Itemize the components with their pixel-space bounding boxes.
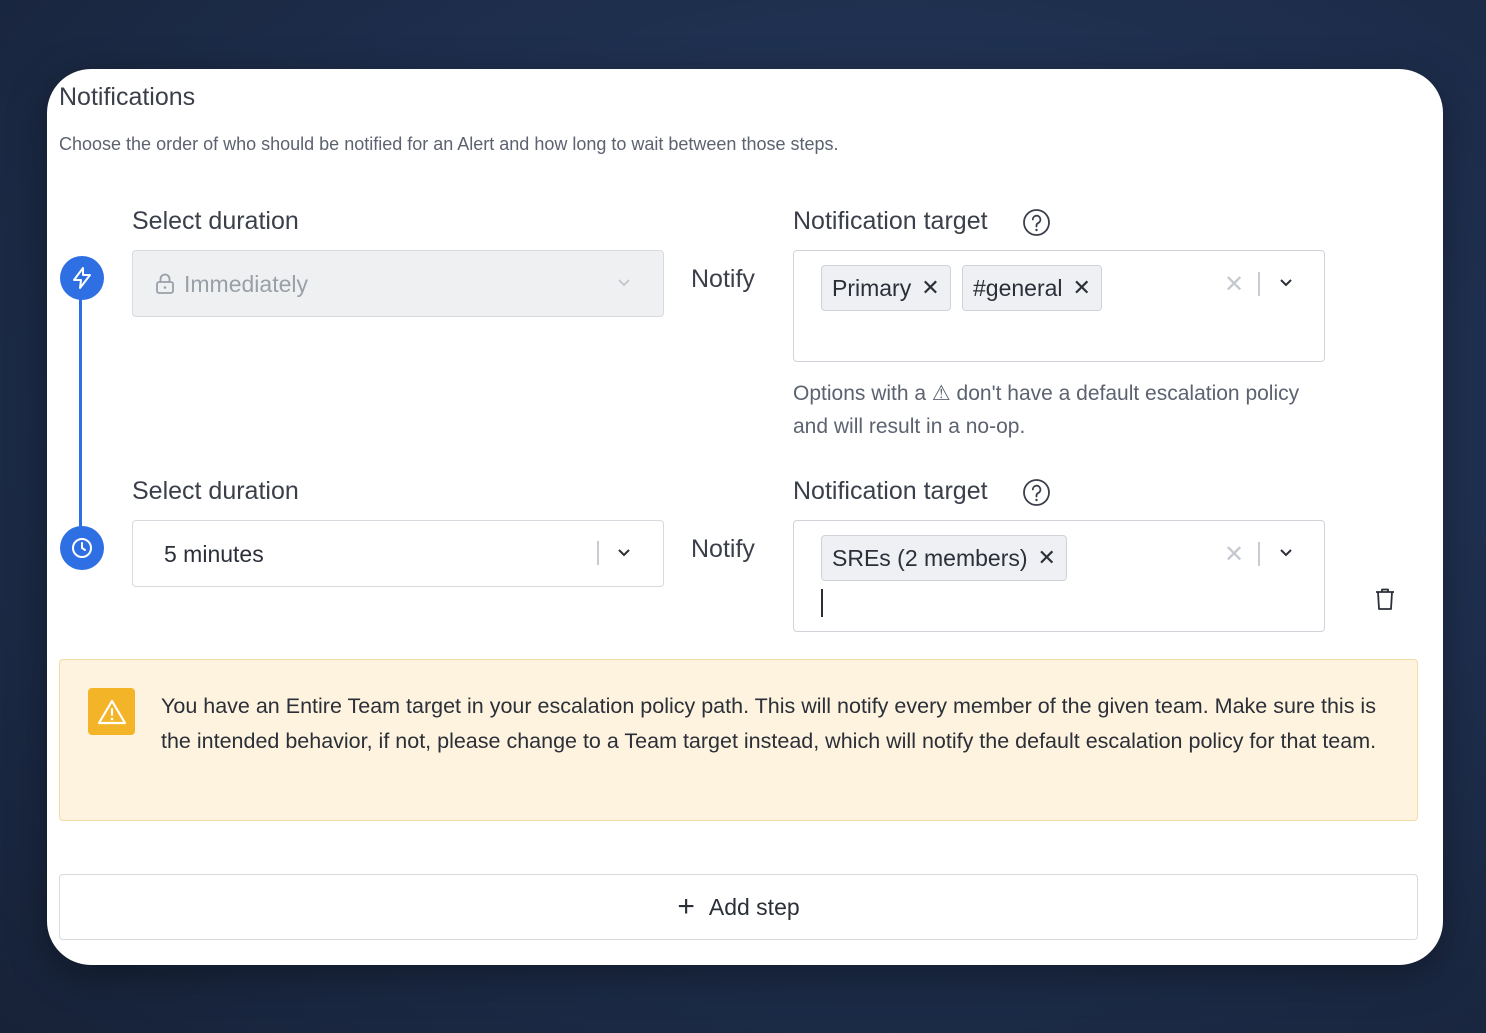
clear-icon[interactable]: ✕ [1224,543,1244,567]
target-chip: #general ✕ [962,265,1102,311]
step1-duration-value: Immediately [184,271,308,297]
step1-duration-label: Select duration [132,207,299,235]
divider [1258,542,1260,566]
lock-icon [156,273,174,294]
step2-notify-label: Notify [691,535,755,563]
step1-duration-select[interactable]: Immediately [132,250,664,317]
step2-duration-select[interactable]: 5 minutes [132,520,664,587]
text-cursor [821,589,823,617]
remove-chip-icon[interactable]: ✕ [1073,277,1091,299]
remove-chip-icon[interactable]: ✕ [1038,547,1056,569]
remove-chip-icon[interactable]: ✕ [921,277,939,299]
step2-target-multiselect[interactable]: SREs (2 members) ✕ ✕ [793,520,1325,632]
section-subtitle: Choose the order of who should be notifi… [59,134,839,154]
step2-duration-label: Select duration [132,477,299,505]
section-title: Notifications [59,83,196,111]
add-step-button[interactable]: + Add step [59,874,1418,940]
help-icon[interactable] [1022,208,1051,237]
chevron-down-icon [618,549,630,557]
warning-banner: You have an Entire Team target in your e… [59,659,1418,821]
plus-icon: + [677,890,695,923]
step1-target-multiselect[interactable]: Primary ✕ #general ✕ ✕ [793,250,1325,362]
chevron-down-icon [618,279,630,287]
target-chip: Primary ✕ [821,265,951,311]
timeline-connector [79,279,82,547]
lightning-icon [60,256,104,300]
step2-target-label: Notification target [793,477,988,505]
chevron-down-icon[interactable] [1279,278,1293,288]
notifications-card: Notifications Choose the order of who sh… [47,69,1443,965]
step2-duration-value: 5 minutes [164,541,264,567]
warning-icon [88,688,135,735]
help-text: Options with a ⚠ don't have a default es… [793,382,1300,439]
add-step-label: Add step [708,893,800,920]
step1-notify-label: Notify [691,265,755,293]
trash-icon[interactable] [1374,587,1396,611]
divider [597,541,599,565]
clock-icon [60,526,104,570]
target-chip: SREs (2 members) ✕ [821,535,1067,581]
divider [1258,272,1260,296]
warning-text: You have an Entire Team target in your e… [161,694,1377,753]
help-icon[interactable] [1022,478,1051,507]
chevron-down-icon[interactable] [1279,548,1293,558]
step1-target-label: Notification target [793,207,988,235]
clear-icon[interactable]: ✕ [1224,273,1244,297]
